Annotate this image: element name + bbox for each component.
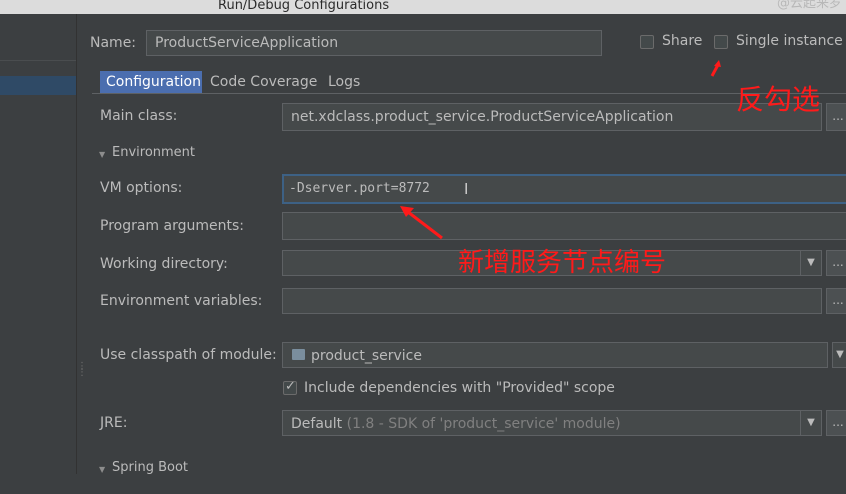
uncheck-annotation: 反勾选: [736, 83, 821, 116]
port-arrow: [407, 210, 443, 240]
new-port-annotation: 新增服务节点编号: [458, 248, 667, 278]
annotation-layer: [400, 60, 721, 240]
uncheck-arrowhead: [714, 60, 721, 67]
